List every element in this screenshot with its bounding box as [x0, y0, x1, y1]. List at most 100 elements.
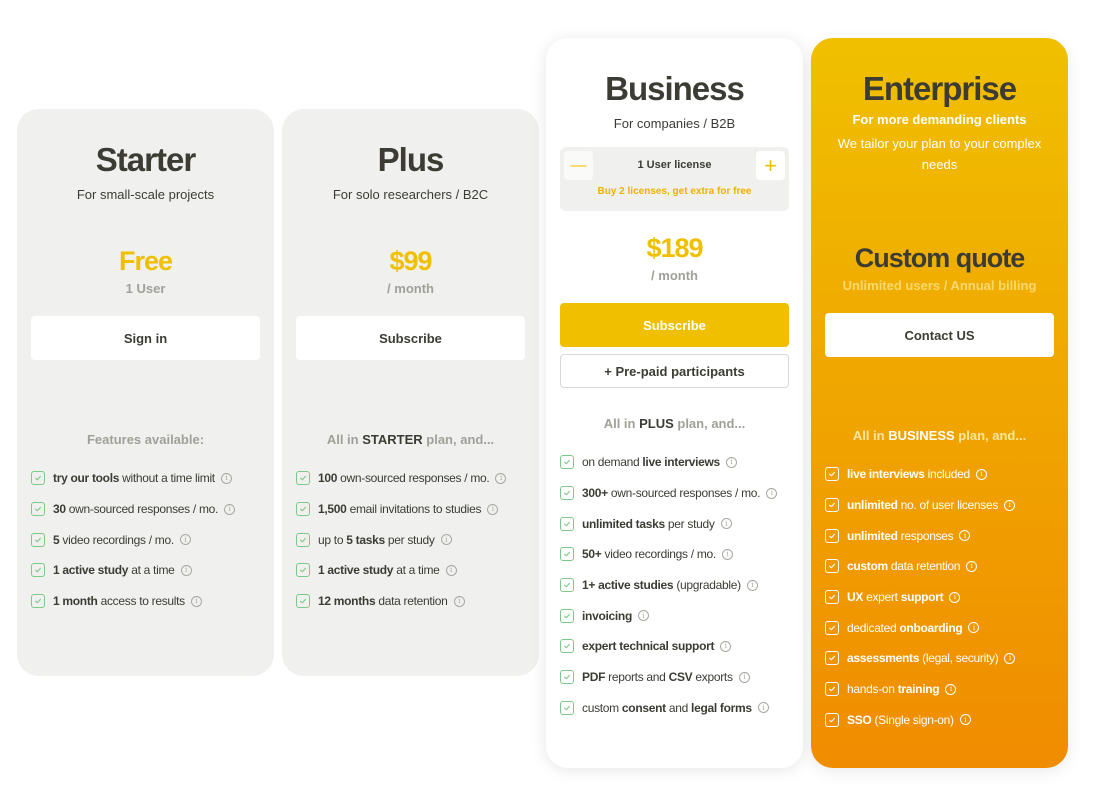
info-circle-icon[interactable]: i	[190, 595, 202, 607]
check-square-icon	[825, 712, 839, 727]
feature-item: 1 active study at a time i	[31, 555, 274, 586]
info-circle-icon[interactable]: i	[966, 560, 978, 572]
feature-item: 1,500 email invitations to studies i	[296, 494, 539, 525]
feature-item: unlimited no. of user licenses i	[825, 490, 1068, 521]
plan-subtitle: For more demanding clients	[852, 112, 1027, 127]
check-square-icon	[31, 502, 45, 517]
info-circle-icon[interactable]: i	[637, 610, 649, 622]
feature-text: 12 months data retention	[318, 594, 448, 609]
check-square-icon	[825, 590, 839, 605]
check-square-icon	[31, 563, 45, 578]
info-circle-icon[interactable]: i	[440, 534, 452, 546]
feature-item: 50+ video recordings / mo. i	[560, 539, 803, 570]
feature-item: unlimited responses i	[825, 520, 1068, 551]
feature-item: SSO (Single sign-on) i	[825, 705, 1068, 736]
feature-text: 50+ video recordings / mo.	[582, 547, 716, 562]
info-circle-icon[interactable]: i	[495, 472, 507, 484]
feature-text: hands-on training	[847, 682, 940, 697]
feature-text: invoicing	[582, 608, 632, 623]
info-circle-icon[interactable]: i	[968, 622, 980, 634]
info-circle-icon[interactable]: i	[445, 564, 457, 576]
check-square-icon	[560, 455, 574, 470]
features-list: 100 own-sourced responses / mo. i 1,500 em…	[282, 463, 539, 616]
feature-text: 300+ own-sourced responses / mo.	[582, 486, 761, 501]
feature-item: 12 months data retention i	[296, 586, 539, 617]
feature-text: 100 own-sourced responses / mo.	[318, 471, 490, 486]
info-circle-icon[interactable]: i	[1004, 499, 1016, 511]
subscribe-button[interactable]: Subscribe	[296, 316, 525, 360]
info-circle-icon[interactable]: i	[757, 702, 769, 714]
feature-text: up to 5 tasks per study	[318, 532, 435, 547]
check-square-icon	[825, 467, 839, 482]
plus-icon: +	[764, 152, 777, 178]
plan-card-enterprise: Enterprise For more demanding clients We…	[811, 38, 1068, 768]
feature-item: custom data retention i	[825, 551, 1068, 582]
info-circle-icon[interactable]: i	[975, 468, 987, 480]
info-circle-icon[interactable]: i	[224, 503, 236, 515]
info-circle-icon[interactable]: i	[945, 683, 957, 695]
feature-text: unlimited responses	[847, 528, 954, 543]
feature-item: 1 active study at a time i	[296, 555, 539, 586]
info-circle-icon[interactable]: i	[766, 487, 778, 499]
info-circle-icon[interactable]: i	[949, 591, 961, 603]
info-circle-icon[interactable]: i	[746, 579, 758, 591]
plan-card-starter: Starter For small-scale projects Free 1 …	[17, 109, 274, 676]
check-square-icon	[560, 486, 574, 501]
info-circle-icon[interactable]: i	[720, 640, 732, 652]
license-stepper: — 1 User license + Buy 2 licenses, get e…	[560, 147, 789, 211]
check-square-icon	[560, 608, 574, 623]
feature-text: custom data retention	[847, 559, 961, 574]
info-circle-icon[interactable]: i	[487, 503, 499, 515]
feature-text: UX expert support	[847, 590, 944, 605]
feature-item: on demand live interviews i	[560, 447, 803, 478]
feature-item: invoicing i	[560, 600, 803, 631]
plan-price-note: 1 User	[125, 281, 166, 296]
plan-name: Business	[605, 70, 745, 107]
info-circle-icon[interactable]: i	[453, 595, 465, 607]
plan-description: We tailor your plan to your complex need…	[837, 136, 1042, 172]
feature-text: 5 video recordings / mo.	[53, 532, 174, 547]
info-circle-icon[interactable]: i	[220, 472, 232, 484]
subscribe-button[interactable]: Subscribe	[560, 303, 789, 347]
check-square-icon	[296, 594, 310, 609]
feature-text: 1 month access to results	[53, 594, 185, 609]
feature-item: hands-on training i	[825, 674, 1068, 705]
feature-item: 100 own-sourced responses / mo. i	[296, 463, 539, 494]
check-square-icon	[31, 471, 45, 486]
check-square-icon	[31, 532, 45, 547]
info-circle-icon[interactable]: i	[959, 530, 971, 542]
feature-item: 30 own-sourced responses / mo. i	[31, 494, 274, 525]
feature-text: dedicated onboarding	[847, 620, 963, 635]
info-circle-icon[interactable]: i	[725, 456, 737, 468]
feature-text: PDF reports and CSV exports	[582, 670, 733, 685]
contact-us-button[interactable]: Contact US	[825, 313, 1054, 357]
feature-item: custom consent and legal forms i	[560, 693, 803, 724]
check-square-icon	[560, 670, 574, 685]
sign-in-button[interactable]: Sign in	[31, 316, 260, 360]
plan-price-note: / month	[387, 281, 434, 296]
features-title: Features available:	[86, 432, 205, 447]
feature-text: 1,500 email invitations to studies	[318, 502, 482, 517]
increase-licenses-button[interactable]: +	[756, 151, 785, 180]
info-circle-icon[interactable]: i	[738, 671, 750, 683]
info-circle-icon[interactable]: i	[721, 548, 733, 560]
features-title: All in PLUS plan, and...	[603, 416, 746, 431]
info-circle-icon[interactable]: i	[180, 564, 192, 576]
feature-text: 1 active study at a time	[318, 563, 440, 578]
info-circle-icon[interactable]: i	[959, 714, 971, 726]
plan-subtitle: For solo researchers / B2C	[332, 187, 489, 202]
feature-item: unlimited tasks per study i	[560, 508, 803, 539]
feature-item: dedicated onboarding i	[825, 612, 1068, 643]
info-circle-icon[interactable]: i	[1004, 652, 1016, 664]
info-circle-icon[interactable]: i	[179, 534, 191, 546]
prepaid-participants-button[interactable]: + Pre-paid participants	[560, 354, 789, 388]
feature-item: 1+ active studies (upgradable) i	[560, 570, 803, 601]
info-circle-icon[interactable]: i	[720, 518, 732, 530]
check-square-icon	[825, 620, 839, 635]
plan-name: Enterprise	[862, 70, 1017, 107]
plan-name: Plus	[377, 141, 445, 178]
license-count: 1 User license	[637, 159, 712, 171]
check-square-icon	[296, 532, 310, 547]
feature-item: 1 month access to results i	[31, 586, 274, 617]
plan-price: $99	[389, 246, 432, 276]
